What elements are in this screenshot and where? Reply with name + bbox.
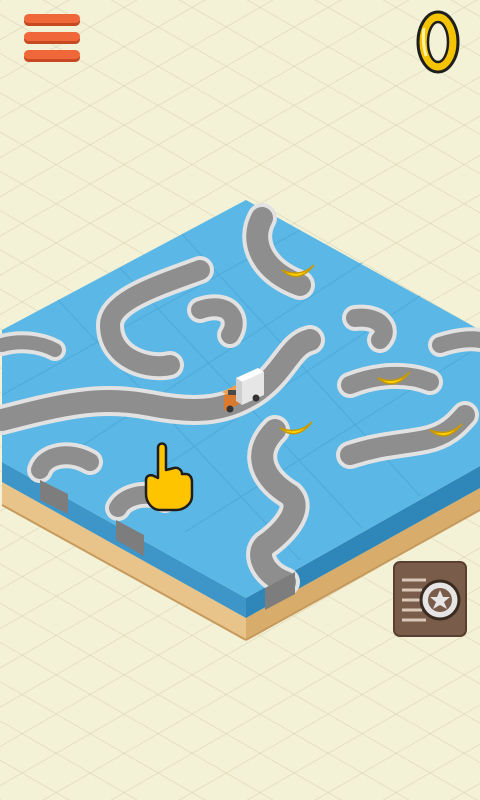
game-board	[0, 200, 480, 641]
wheel-garage-icon	[419, 579, 461, 621]
gold-ring-icon	[416, 10, 460, 74]
garage-button[interactable]	[392, 560, 468, 638]
menu-button[interactable]	[22, 12, 82, 66]
